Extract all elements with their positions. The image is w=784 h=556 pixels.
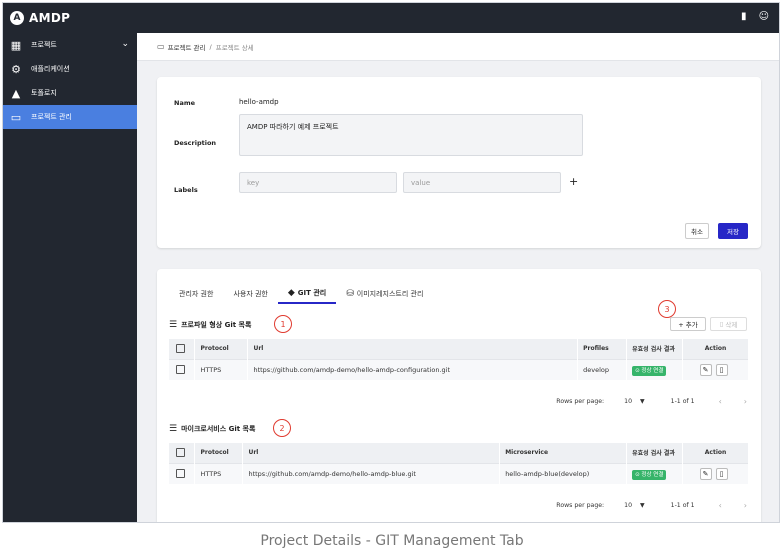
delete-button[interactable]: ▯ 삭제 — [710, 317, 747, 331]
breadcrumb-root[interactable]: 프로젝트 관리 — [168, 42, 206, 52]
list-icon: ☰ — [169, 424, 178, 434]
figure-caption: Project Details - GIT Management Tab — [260, 533, 524, 549]
tab-bar: 관리자 권한 사용자 권한 ◆ GIT 관리 ⛁ 이미지레지스트리 관리 — [169, 284, 433, 304]
sidebar-item-label: 토폴로지 — [31, 89, 57, 97]
prev-page-icon[interactable]: ‹ — [719, 397, 722, 406]
sidebar-item-application[interactable]: ⚙ 애플리케이션 — [3, 57, 137, 81]
label-key-input[interactable]: key — [239, 172, 397, 193]
app-title: AMDP — [29, 11, 71, 25]
table-row[interactable]: HTTPS https://github.com/amdp-demo/hello… — [169, 462, 749, 484]
prev-page-icon[interactable]: ‹ — [719, 501, 722, 510]
chevron-down-icon[interactable]: ⌄ — [121, 39, 129, 49]
sidebar-item-label: 애플리케이션 — [31, 65, 70, 73]
project-detail-card: Name hello-amdp Description AMDP 따라하기 예제… — [157, 77, 761, 248]
git-icon: ◆ — [287, 288, 295, 298]
trash-icon[interactable]: ▯ — [715, 467, 728, 480]
marker-1: 1 — [274, 315, 292, 333]
next-page-icon[interactable]: › — [744, 501, 747, 510]
permission-tabs-card: 관리자 권한 사용자 권한 ◆ GIT 관리 ⛁ 이미지레지스트리 관리 ☰ 프로파… — [157, 269, 761, 522]
list-icon: ☰ — [169, 320, 178, 330]
description-field[interactable]: AMDP 따라하기 예제 프로젝트 — [239, 114, 583, 156]
marker-3: 3 — [658, 300, 676, 318]
save-button[interactable]: 저장 — [718, 223, 748, 239]
logo[interactable]: A AMDP — [10, 11, 70, 25]
logo-icon: A — [10, 11, 24, 25]
chart-icon: ▦ — [10, 38, 22, 52]
user-settings-icon[interactable]: ☺ — [759, 11, 769, 23]
microservice-git-table: Protocol Url Microservice 유효성 검사 결과 Acti… — [169, 443, 749, 484]
breadcrumb-current: 프로젝트 상세 — [215, 43, 254, 52]
add-label-button[interactable]: + — [569, 176, 578, 187]
label-value-input[interactable]: value — [403, 172, 561, 193]
cancel-button[interactable]: 취소 — [685, 223, 709, 239]
tab-admin-permission[interactable]: 관리자 권한 — [169, 284, 223, 304]
edit-icon[interactable]: ✎ — [699, 467, 712, 480]
next-page-icon[interactable]: › — [744, 397, 747, 406]
sidebar-item-label: 프로젝트 관리 — [31, 113, 72, 121]
database-icon: ⛁ — [346, 289, 354, 299]
tab-user-permission[interactable]: 사용자 권한 — [223, 284, 277, 304]
profile-pagination: Rows per page: 10 ▼ 1-1 of 1 ‹ › — [556, 397, 747, 406]
sidebar-item-label: 프로젝트 — [31, 41, 57, 49]
breadcrumb: ▭ 프로젝트 관리 / 프로젝트 상세 — [137, 33, 779, 61]
breadcrumb-separator: / — [209, 42, 212, 51]
add-button[interactable]: + 추가 — [670, 317, 706, 331]
sidebar-item-topology[interactable]: ▲ 토폴로지 — [3, 81, 137, 105]
monitor-icon: ▭ — [10, 110, 22, 124]
folder-icon: ▭ — [157, 42, 165, 51]
top-bar: A AMDP ▮ ☺ — [3, 3, 779, 33]
app-window: A AMDP ▮ ☺ ▦ 프로젝트 ⌄ ⚙ 애플리케이션 ▲ 토폴로지 ▭ 프로… — [2, 2, 780, 523]
row-checkbox[interactable] — [176, 365, 185, 375]
profile-git-table: Protocol Url Profiles 유효성 검사 결과 Action H… — [169, 339, 749, 380]
table-row[interactable]: HTTPS https://github.com/amdp-demo/hello… — [169, 358, 749, 380]
status-badge: ⊙ 정상 연결 — [632, 469, 667, 480]
sidebar-item-project-management[interactable]: ▭ 프로젝트 관리 — [3, 105, 137, 129]
tab-image-registry[interactable]: ⛁ 이미지레지스트리 관리 — [336, 284, 433, 304]
select-all-checkbox[interactable] — [176, 448, 185, 458]
dropdown-arrow-icon[interactable]: ▼ — [640, 502, 645, 509]
sidebar-item-project[interactable]: ▦ 프로젝트 ⌄ — [3, 33, 137, 57]
name-label: Name — [174, 99, 196, 107]
rows-per-page-select[interactable]: 10 — [624, 398, 632, 405]
status-badge: ⊙ 정상 연결 — [632, 365, 667, 376]
dropdown-arrow-icon[interactable]: ▼ — [640, 398, 645, 405]
topology-icon: ▲ — [11, 86, 21, 100]
name-value: hello-amdp — [239, 98, 279, 106]
marker-2: 2 — [273, 419, 291, 437]
rows-per-page-select[interactable]: 10 — [624, 502, 632, 509]
profile-git-title: ☰ 프로파일 형상 Git 목록 — [169, 320, 252, 330]
trash-icon[interactable]: ▯ — [715, 363, 728, 376]
labels-label: Labels — [174, 186, 198, 194]
edit-icon[interactable]: ✎ — [699, 363, 712, 376]
main-content: ▭ 프로젝트 관리 / 프로젝트 상세 Name hello-amdp Desc… — [137, 33, 779, 522]
document-icon[interactable]: ▮ — [741, 11, 747, 23]
row-checkbox[interactable] — [176, 469, 185, 479]
select-all-checkbox[interactable] — [176, 344, 185, 354]
description-label: Description — [174, 139, 217, 147]
microservice-git-title: ☰ 마이크로서비스 Git 목록 — [169, 424, 256, 434]
tab-git-management[interactable]: ◆ GIT 관리 — [277, 284, 337, 304]
gear-icon: ⚙ — [11, 62, 21, 76]
microservice-pagination: Rows per page: 10 ▼ 1-1 of 1 ‹ › — [556, 501, 747, 510]
sidebar: ▦ 프로젝트 ⌄ ⚙ 애플리케이션 ▲ 토폴로지 ▭ 프로젝트 관리 — [3, 33, 137, 522]
